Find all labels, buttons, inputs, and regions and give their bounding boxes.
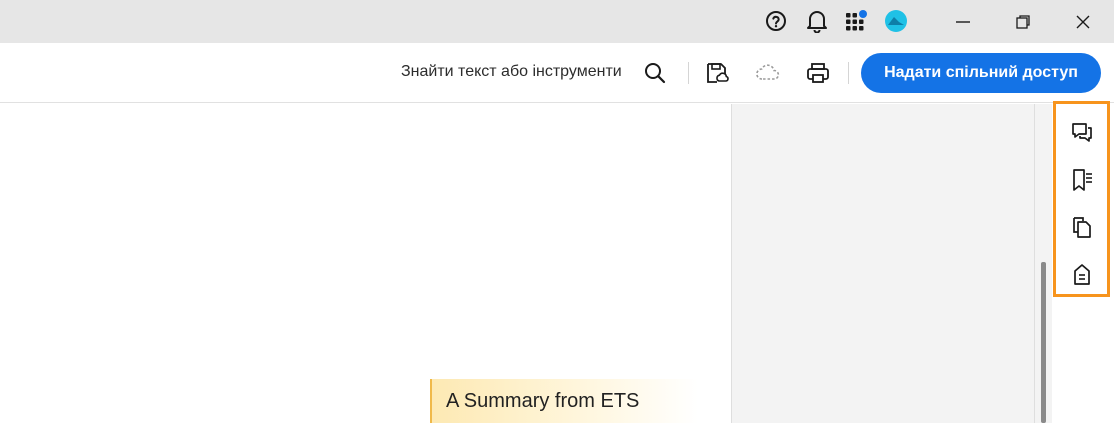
minimize-button[interactable]: [934, 0, 992, 43]
bookmarks-icon[interactable]: [1068, 166, 1096, 194]
document-properties-icon[interactable]: [1068, 260, 1096, 288]
summary-heading-box: A Summary from ETS: [430, 379, 698, 423]
scrollbar-thumb[interactable]: [1041, 262, 1046, 423]
search-icon[interactable]: [641, 59, 669, 87]
notification-dot: [859, 10, 867, 18]
cloud-icon[interactable]: [754, 59, 782, 87]
bell-icon[interactable]: [804, 8, 830, 34]
document-viewport[interactable]: A Summary from ETS: [0, 104, 731, 423]
pages-icon[interactable]: [1068, 213, 1096, 241]
search-tools-label[interactable]: Знайти текст або інструменти: [401, 63, 622, 81]
title-bar: [0, 0, 1114, 43]
canvas-background: [731, 104, 1034, 423]
toolbar-divider: [688, 62, 689, 84]
apps-grid-icon[interactable]: [843, 8, 869, 34]
summary-heading: A Summary from ETS: [446, 390, 640, 412]
print-icon[interactable]: [804, 59, 832, 87]
help-icon[interactable]: [763, 8, 789, 34]
save-icon[interactable]: [703, 59, 731, 87]
toolbar-divider: [848, 62, 849, 84]
share-button[interactable]: Надати спільний доступ: [861, 53, 1101, 93]
restore-button[interactable]: [994, 0, 1052, 43]
main-toolbar: Знайти текст або інструменти Надати спіл…: [0, 43, 1114, 103]
comment-icon[interactable]: [1068, 119, 1096, 147]
profile-avatar[interactable]: [883, 8, 909, 34]
close-button[interactable]: [1054, 0, 1112, 43]
